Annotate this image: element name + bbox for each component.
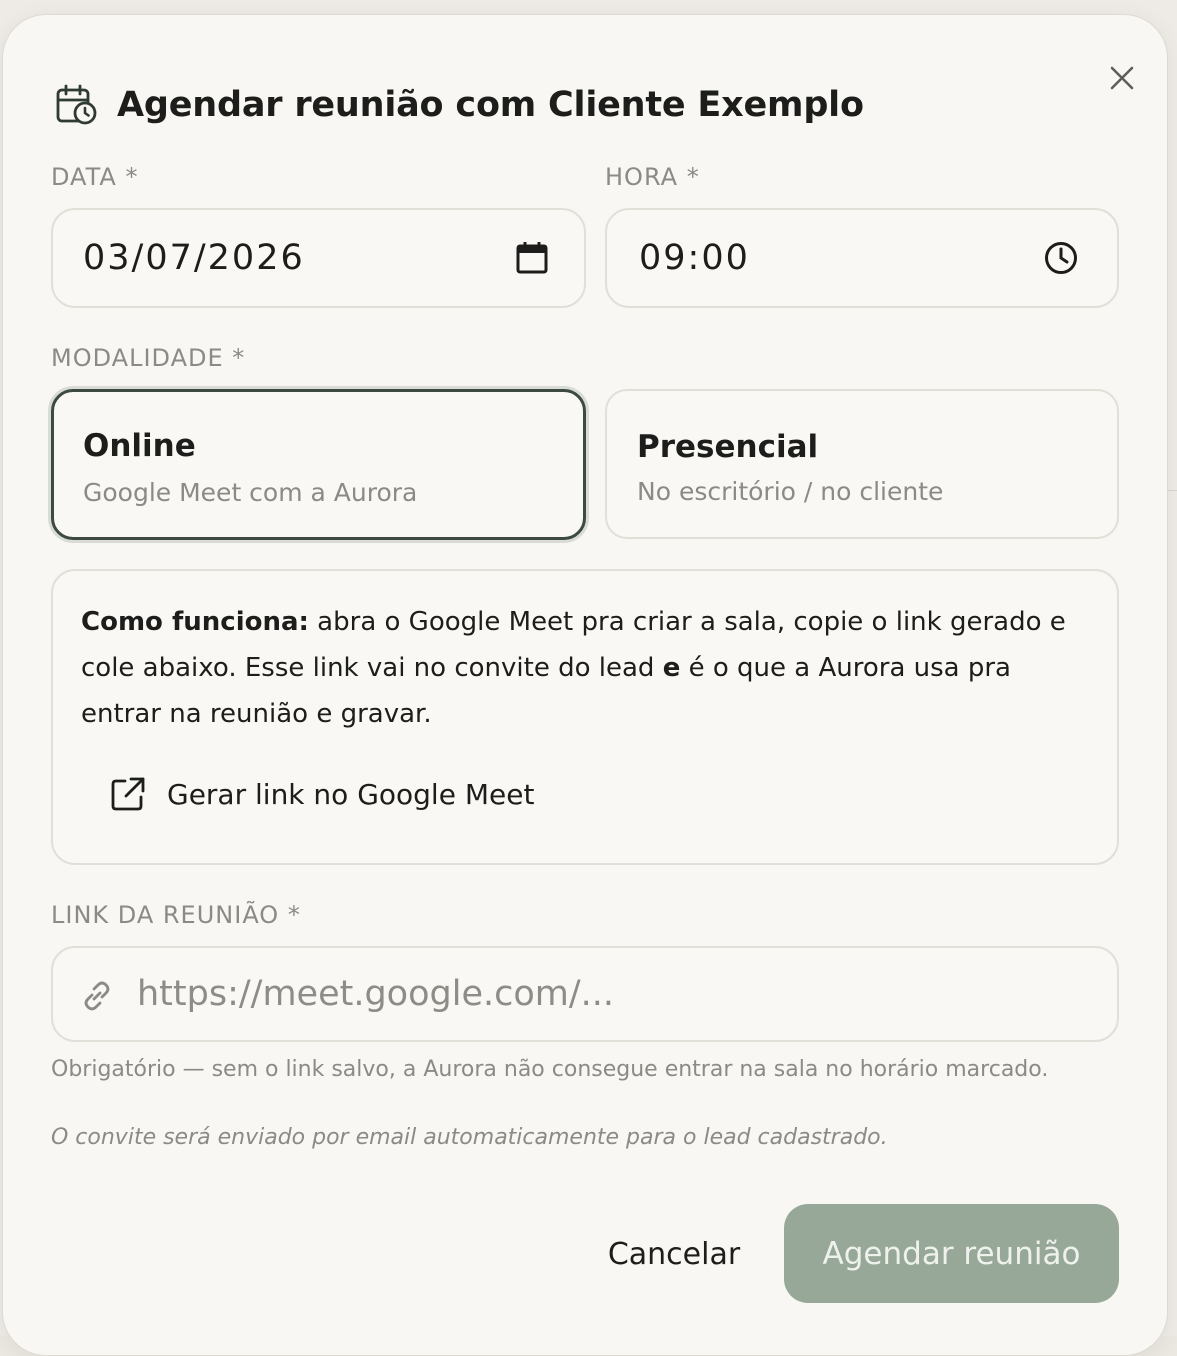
generate-meet-link-label: Gerar link no Google Meet — [167, 777, 535, 811]
dialog-header: Agendar reunião com Cliente Exemplo — [55, 83, 864, 127]
modality-option-online[interactable]: Online Google Meet com a Aurora — [51, 389, 586, 540]
invite-note: O convite será enviado por email automat… — [51, 1125, 888, 1150]
modality-option-title: Online — [83, 428, 196, 464]
date-field[interactable]: 03/07/2026 — [51, 208, 586, 308]
modality-option-subtitle: No escritório / no cliente — [637, 477, 944, 506]
how-it-works-box: Como funciona: abra o Google Meet pra cr… — [51, 569, 1119, 865]
time-field[interactable]: 09:00 — [605, 208, 1119, 308]
generate-meet-link-button[interactable]: Gerar link no Google Meet — [109, 775, 534, 813]
meeting-link-field — [51, 946, 1119, 1042]
how-it-works-heading: Como funciona: — [81, 607, 309, 637]
time-value: 09:00 — [639, 238, 750, 278]
clock-icon[interactable] — [1043, 240, 1079, 276]
info-text-emphasis: e — [662, 653, 681, 683]
time-label: HORA * — [605, 163, 700, 191]
modality-option-presencial[interactable]: Presencial No escritório / no cliente — [605, 389, 1119, 539]
close-button[interactable] — [1103, 59, 1141, 97]
dialog-title: Agendar reunião com Cliente Exemplo — [117, 85, 864, 125]
meeting-link-label: LINK DA REUNIÃO * — [51, 901, 301, 929]
meeting-link-input[interactable] — [137, 962, 1087, 1026]
cancel-button[interactable]: Cancelar — [591, 1215, 757, 1293]
calendar-clock-icon — [56, 84, 97, 125]
schedule-meeting-dialog: Agendar reunião com Cliente Exemplo DATA… — [2, 14, 1168, 1356]
date-value: 03/07/2026 — [83, 238, 305, 278]
close-icon — [1110, 66, 1134, 90]
schedule-meeting-button[interactable]: Agendar reunião — [784, 1204, 1119, 1303]
external-link-icon — [111, 777, 145, 811]
link-icon — [84, 981, 110, 1011]
modality-option-subtitle: Google Meet com a Aurora — [83, 478, 418, 507]
how-it-works-text: Como funciona: abra o Google Meet pra cr… — [81, 599, 1081, 737]
calendar-icon[interactable] — [514, 240, 550, 276]
modality-label: MODALIDADE * — [51, 344, 246, 372]
meeting-link-helper: Obrigatório — sem o link salvo, a Aurora… — [51, 1057, 1049, 1082]
date-label: DATA * — [51, 163, 139, 191]
modality-option-title: Presencial — [637, 429, 819, 465]
